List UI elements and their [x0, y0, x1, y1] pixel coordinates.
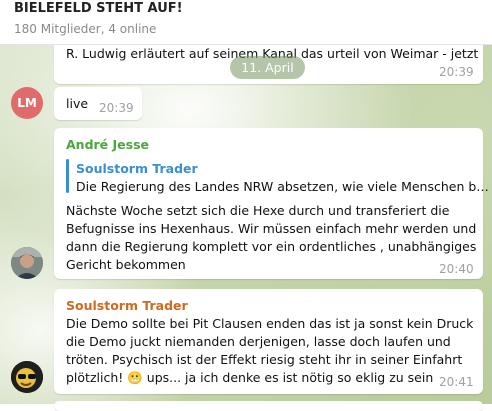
reply-author[interactable]: Soulstorm Trader: [76, 161, 198, 176]
chat-title: BIELEFELD STEHT AUF!: [14, 1, 183, 16]
message-time: 20:39: [99, 101, 134, 115]
message-bubble[interactable]: live 20:39: [54, 87, 142, 120]
sender-name[interactable]: Soulstorm Trader: [66, 298, 188, 313]
reply-bar: [66, 159, 69, 193]
avatar-initials: LM: [17, 96, 37, 110]
message-text-line: Nächste Woche setzt sich die Hexe durch …: [66, 203, 450, 218]
cartoon-avatar-icon: [11, 361, 43, 393]
message-text-line: Die Demo sollte bei Pit Clausen enden da…: [66, 316, 474, 331]
avatar[interactable]: [11, 247, 43, 279]
message-text-line: Gericht bekommen: [66, 257, 186, 272]
reply-text[interactable]: Die Regierung des Landes NRW absetzen, w…: [76, 179, 489, 194]
message-text-line: Befugnisse ins Hexenhaus. Wir müssen ein…: [66, 221, 477, 236]
sender-name[interactable]: André Jesse: [66, 137, 149, 152]
date-separator: 11. April: [230, 56, 305, 79]
message-text-line: die Demo juckt niemanden derjenigen, las…: [66, 334, 451, 349]
avatar[interactable]: LM: [11, 87, 43, 119]
avatar[interactable]: [11, 361, 43, 393]
chat-header[interactable]: BIELEFELD STEHT AUF! 180 Mitglieder, 4 o…: [0, 0, 492, 45]
message-bubble[interactable]: Soulstorm Trader Die Demo sollte bei Pit…: [54, 289, 483, 394]
message-time: 20:39: [439, 65, 474, 79]
message-text-line: dann die Regierung komplett vor ein orde…: [66, 239, 477, 254]
person-photo-icon: [11, 247, 43, 279]
message-bubble-partial[interactable]: [54, 401, 483, 411]
message-time: 20:41: [439, 375, 474, 389]
message-text-line: tröten. Psychisch ist der Effekt riesig …: [66, 352, 463, 367]
message-time: 20:40: [439, 262, 474, 276]
message-text: live: [66, 96, 89, 111]
member-count: 180 Mitglieder, 4 online: [14, 22, 157, 36]
message-text-line: plötzlich! 😬 ups... ja ich denke es ist …: [66, 370, 434, 385]
message-bubble[interactable]: André Jesse Soulstorm Trader Die Regieru…: [54, 128, 489, 279]
